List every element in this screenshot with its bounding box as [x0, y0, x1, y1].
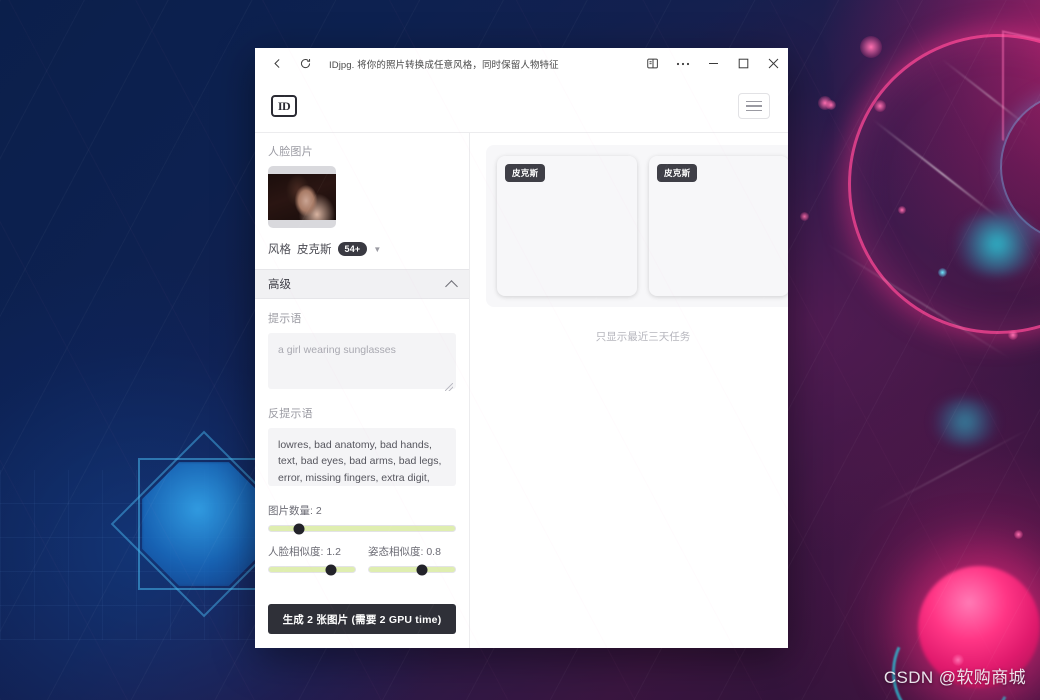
app-logo[interactable]: ID: [271, 95, 297, 117]
slider-knob[interactable]: [325, 564, 337, 575]
portrait-preview-image: [268, 174, 336, 220]
left-control-panel: 人脸图片 风格 皮克斯 54+ ▼ 高级 提示语 a girl wearing …: [255, 132, 470, 648]
results-footer-hint: 只显示最近三天任务: [595, 331, 691, 343]
style-tag-badge: 皮克斯: [657, 164, 698, 182]
back-arrow-icon[interactable]: [263, 51, 291, 77]
face-similarity-label: 人脸相似度: 1.2: [268, 546, 341, 558]
decorative-zigzag: [1002, 30, 1040, 152]
result-image-card[interactable]: 皮克斯: [497, 156, 637, 296]
chevron-down-icon[interactable]: ▼: [373, 245, 381, 254]
decorative-light-streak: [824, 241, 1012, 361]
slider-knob[interactable]: [416, 564, 428, 575]
pose-similarity-slider[interactable]: [368, 564, 456, 575]
prompt-textarea-wrap: [268, 333, 456, 394]
decorative-octagon: [142, 462, 266, 586]
result-image-card[interactable]: 皮克斯: [649, 156, 788, 296]
decorative-particle: [826, 100, 836, 110]
decorative-particle: [818, 96, 832, 110]
decorative-particle: [938, 268, 947, 277]
style-selector[interactable]: 风格 皮克斯 54+ ▼: [268, 241, 456, 257]
more-options-icon[interactable]: [668, 48, 698, 80]
window-controls: [638, 48, 788, 80]
window-title: IDjpg. 将你的照片转换成任意风格，同时保留人物特征: [329, 59, 559, 71]
resize-grip-icon[interactable]: [445, 383, 453, 391]
browser-window: IDjpg. 将你的照片转换成任意风格，同时保留人物特征 ID 人脸图片 风格 …: [255, 48, 788, 648]
app-header: ID: [255, 80, 788, 132]
window-titlebar: IDjpg. 将你的照片转换成任意风格，同时保留人物特征: [255, 48, 788, 80]
pose-similarity-group: 姿态相似度: 0.8: [368, 544, 456, 575]
face-image-thumbnail[interactable]: [268, 166, 336, 228]
face-image-section: 人脸图片 风格 皮克斯 54+ ▼: [255, 133, 469, 257]
results-panel: 皮克斯 皮克斯 只显示最近三天任务: [470, 132, 788, 648]
decorative-particle: [860, 36, 882, 58]
style-tag-badge: 皮克斯: [505, 164, 546, 182]
decorative-teal-glow: [930, 398, 1000, 446]
decorative-pink-ring: [848, 34, 1040, 334]
similarity-sliders-row: 人脸相似度: 1.2 姿态相似度: 0.8: [255, 532, 469, 575]
decorative-particle: [1008, 330, 1018, 340]
refresh-icon[interactable]: [291, 51, 319, 77]
decorative-light-streak: [941, 58, 1029, 128]
image-count-slider-group: 图片数量: 2: [255, 491, 469, 534]
hamburger-menu-icon[interactable]: [738, 93, 770, 119]
face-similarity-slider[interactable]: [268, 564, 356, 575]
prompt-field-group: 提示语: [255, 299, 469, 394]
prompt-label: 提示语: [268, 313, 302, 325]
decorative-particle: [898, 206, 906, 214]
advanced-label: 高级: [268, 279, 291, 291]
negative-prompt-label: 反提示语: [268, 408, 313, 420]
desktop-wallpaper: CSDN @软购商城 IDjpg. 将你的照片转换成任意风格，同时保留人物特征: [0, 0, 1040, 700]
pose-similarity-label: 姿态相似度: 0.8: [368, 546, 441, 558]
image-count-slider[interactable]: [268, 523, 456, 534]
decorative-square-outline: [138, 458, 270, 590]
decorative-particle: [1014, 530, 1023, 539]
face-similarity-group: 人脸相似度: 1.2: [268, 544, 356, 575]
left-panel-scroll: 人脸图片 风格 皮克斯 54+ ▼ 高级 提示语 a girl wearing …: [255, 133, 469, 590]
app-body: 人脸图片 风格 皮克斯 54+ ▼ 高级 提示语 a girl wearing …: [255, 132, 788, 648]
face-image-label: 人脸图片: [268, 146, 313, 158]
decorative-cyan-ring: [1000, 92, 1040, 242]
image-count-label: 图片数量: 2: [268, 505, 322, 517]
decorative-light-streak: [872, 118, 1000, 220]
negative-prompt-field-group: 反提示语: [255, 394, 469, 491]
generate-button[interactable]: 生成 2 张图片 (需要 2 GPU time): [268, 604, 456, 634]
decorative-light-streak: [870, 427, 1030, 515]
chevron-up-icon[interactable]: [445, 279, 458, 293]
decorative-teal-glow: [952, 212, 1040, 276]
decorative-particle: [874, 100, 886, 112]
close-button[interactable]: [758, 48, 788, 80]
prompt-input[interactable]: [268, 333, 456, 389]
csdn-watermark: CSDN @软购商城: [883, 668, 1026, 687]
maximize-button[interactable]: [728, 48, 758, 80]
negative-prompt-input[interactable]: [268, 428, 456, 486]
minimize-button[interactable]: [698, 48, 728, 80]
slider-knob[interactable]: [293, 523, 305, 534]
immersive-reader-icon[interactable]: [638, 48, 668, 80]
results-gallery: 皮克斯 皮克斯: [486, 145, 788, 307]
style-prefix-label: 风格: [268, 244, 291, 256]
style-value-label: 皮克斯: [297, 244, 332, 256]
negative-textarea-wrap: [268, 428, 456, 491]
decorative-particle: [800, 212, 809, 221]
style-count-badge[interactable]: 54+: [337, 242, 368, 256]
advanced-section-header[interactable]: 高级: [255, 269, 469, 299]
